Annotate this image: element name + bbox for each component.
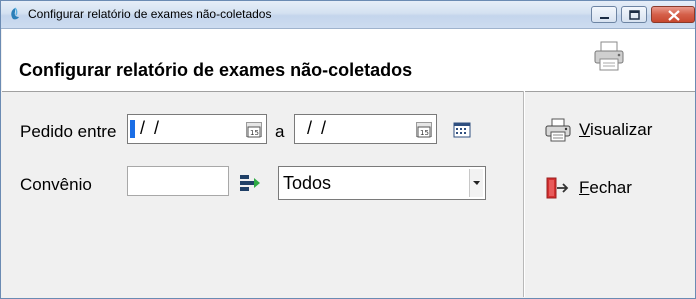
svg-text:15: 15 (250, 129, 259, 137)
convenio-select-value: Todos (283, 173, 332, 193)
chevron-down-icon (473, 181, 480, 185)
visualizar-accesskey: V (579, 120, 591, 139)
visualizar-button[interactable]: Visualizar (545, 118, 652, 142)
convenio-code-field[interactable] (127, 166, 229, 196)
dialog-window: Configurar relatório de exames não-colet… (0, 0, 696, 299)
pedido-label: Pedido entre (20, 122, 117, 141)
close-button[interactable] (651, 6, 695, 23)
print-preview-icon (545, 118, 571, 142)
vertical-divider (523, 91, 525, 297)
date-from-field[interactable]: / / 15 (127, 114, 267, 144)
lookup-icon[interactable] (239, 174, 263, 194)
app-icon (11, 7, 19, 20)
printer-icon (594, 41, 624, 71)
convenio-select[interactable]: Todos (278, 166, 486, 200)
visualizar-label-rest: isualizar (590, 120, 653, 139)
close-icon (668, 10, 680, 21)
minimize-icon (600, 17, 609, 19)
maximize-icon (629, 10, 640, 20)
calendar-small-icon: 15 (417, 126, 431, 138)
dropdown-button[interactable] (469, 169, 483, 197)
calendar-icon[interactable] (453, 122, 471, 138)
fechar-label-rest: echar (589, 178, 632, 197)
fechar-button[interactable]: Fechar (545, 176, 632, 200)
convenio-label: Convênio (20, 175, 92, 194)
date-to-field[interactable]: / / 15 (294, 114, 437, 144)
fechar-label: Fechar (579, 178, 632, 198)
date-to-calendar-button[interactable]: 15 (416, 122, 432, 138)
header-panel: Configurar relatório de exames não-colet… (2, 29, 695, 92)
between-label: a (275, 122, 285, 141)
minimize-button[interactable] (591, 6, 617, 23)
calendar-small-icon: 15 (247, 126, 261, 138)
text-caret (130, 120, 135, 138)
date-to-value: / / (307, 118, 329, 138)
window-title: Configurar relatório de exames não-colet… (28, 7, 272, 21)
page-title: Configurar relatório de exames não-colet… (19, 60, 413, 80)
svg-text:15: 15 (420, 129, 429, 137)
title-bar[interactable]: Configurar relatório de exames não-colet… (1, 1, 695, 29)
maximize-button[interactable] (621, 6, 647, 23)
visualizar-label: Visualizar (579, 120, 652, 140)
date-from-calendar-button[interactable]: 15 (246, 122, 262, 138)
exit-door-icon (546, 177, 569, 199)
date-from-value: / / (140, 118, 162, 138)
fechar-accesskey: F (579, 178, 590, 197)
